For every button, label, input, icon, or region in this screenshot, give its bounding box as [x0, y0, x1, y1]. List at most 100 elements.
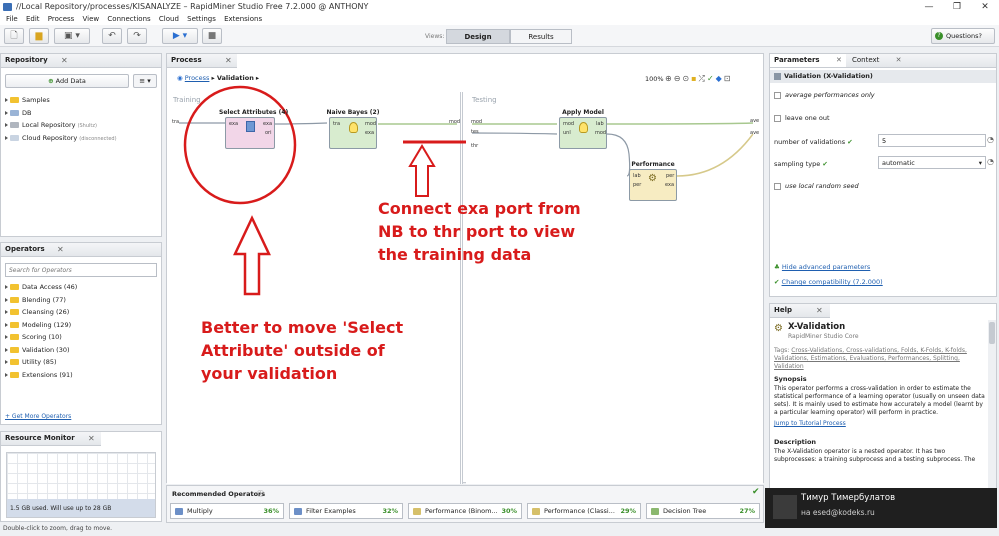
menu-view[interactable]: View [83, 14, 100, 25]
menu-settings[interactable]: Settings [187, 14, 216, 25]
expand-icon[interactable] [5, 335, 8, 339]
number-of-validations-input[interactable] [878, 134, 986, 147]
select-attributes-port-out1[interactable]: exa [263, 121, 272, 127]
hide-advanced-row[interactable]: ♣ Hide advanced parameters [774, 263, 870, 271]
operator-group[interactable]: Cleansing (26) [1, 306, 161, 319]
expand-icon[interactable] [5, 310, 8, 314]
expand-icon[interactable] [5, 98, 8, 102]
performance-port-per[interactable]: per [666, 173, 674, 179]
expand-icon[interactable] [5, 347, 8, 352]
close-repository-icon[interactable]: ✕ [61, 54, 68, 67]
menu-connections[interactable]: Connections [107, 14, 150, 25]
close-parameters-icon[interactable]: ✕ [836, 56, 842, 64]
run-process-button[interactable]: ▶ ▾ [162, 28, 198, 44]
minimize-button[interactable]: — [915, 0, 943, 14]
menu-cloud[interactable]: Cloud [159, 14, 179, 25]
sampling-type-select[interactable]: automatic ▾ [878, 156, 986, 169]
expand-icon[interactable] [5, 372, 8, 377]
apply-model-port-mod[interactable]: mod [563, 121, 574, 127]
expand-icon[interactable] [5, 322, 8, 327]
repo-item-samples[interactable]: Samples [1, 94, 161, 107]
apply-model-port-lab[interactable]: lab [596, 121, 604, 127]
save-process-button[interactable]: ▣ ▾ [54, 28, 90, 44]
operator-group[interactable]: Data Access (46) [1, 281, 161, 294]
close-context-icon[interactable]: ✕ [896, 56, 902, 64]
stop-process-button[interactable]: ■ [202, 28, 222, 44]
questions-button[interactable]: ? Questions? [931, 28, 995, 44]
recommended-filter-examples[interactable]: Filter Examples 32% [289, 503, 403, 519]
change-compat-row[interactable]: ✔ Change compatibility (7.2.000) [774, 278, 883, 286]
close-resource-monitor-icon[interactable]: ✕ [88, 432, 95, 445]
close-help-icon[interactable]: ✕ [816, 304, 823, 317]
help-param-icon[interactable]: ◔ [987, 157, 994, 166]
operator-group[interactable]: Extensions (91) [1, 369, 161, 382]
wire-select-nb[interactable] [273, 122, 328, 125]
close-operators-icon[interactable]: ✕ [57, 243, 64, 256]
naive-bayes-port-in[interactable]: tra [333, 121, 340, 127]
wire-apply-performance[interactable] [606, 133, 631, 177]
operator-group[interactable]: Blending (77) [1, 294, 161, 307]
tab-parameters[interactable]: Parameters ✕ [770, 54, 846, 67]
select-attributes-port-out2[interactable]: ori [265, 130, 272, 136]
menu-process[interactable]: Process [48, 14, 75, 25]
param-local-random-seed[interactable]: use local random seed [774, 182, 859, 190]
help-param-icon[interactable]: ◔ [987, 135, 994, 144]
expand-icon[interactable] [5, 285, 8, 289]
recommended-decision-tree[interactable]: Decision Tree 27% [646, 503, 760, 519]
help-scrollbar[interactable] [988, 320, 996, 488]
performance-port-exa[interactable]: exa [665, 182, 674, 188]
apply-model-operator[interactable]: mod unl lab mod [559, 117, 607, 149]
repo-item-cloud[interactable]: Cloud Repository (disconnected) [1, 132, 161, 145]
performance-port-lab[interactable]: lab [633, 173, 641, 179]
apply-model-port-unl[interactable]: unl [563, 130, 571, 136]
wire-performance-ave[interactable] [676, 133, 754, 177]
apply-model-port-mod-out[interactable]: mod [595, 130, 606, 136]
param-leave-one-out[interactable]: leave one out [774, 114, 830, 122]
help-scroll-thumb[interactable] [989, 322, 995, 344]
operator-group[interactable]: Scoring (10) [1, 331, 161, 344]
redo-button[interactable]: ↷ [127, 28, 147, 44]
operator-group[interactable]: Validation (30) [1, 344, 161, 357]
performance-port-per-in[interactable]: per [633, 182, 641, 188]
add-data-button[interactable]: ⊕ Add Data [5, 74, 129, 88]
repo-item-db[interactable]: DB [1, 107, 161, 120]
wire-apply-ave[interactable] [606, 122, 754, 125]
design-view-tab[interactable]: Design [446, 29, 510, 44]
expand-icon[interactable] [5, 297, 8, 302]
help-tags-links[interactable]: Cross-Validations, Cross-validations, Fo… [774, 347, 967, 370]
leave-one-out-checkbox[interactable] [774, 114, 781, 122]
close-button[interactable]: ✕ [971, 0, 999, 14]
undo-button[interactable]: ↶ [102, 28, 122, 44]
repository-menu-button[interactable]: ≡ ▾ [133, 74, 157, 88]
hide-advanced-link[interactable]: Hide advanced parameters [782, 263, 870, 271]
wire-tes-apply[interactable] [471, 132, 558, 135]
change-compatibility-link[interactable]: Change compatibility (7.2.000) [782, 278, 883, 286]
operator-search-input[interactable] [5, 263, 157, 277]
local-random-seed-checkbox[interactable] [774, 182, 781, 190]
maximize-button[interactable]: ❐ [943, 0, 971, 14]
expand-icon[interactable] [5, 110, 8, 115]
param-average-performances[interactable]: average performances only [774, 91, 875, 99]
operator-group[interactable]: Utility (85) [1, 356, 161, 369]
expand-icon[interactable] [5, 123, 8, 127]
naive-bayes-operator[interactable]: tra mod exa [329, 117, 377, 149]
naive-bayes-port-mod[interactable]: mod [365, 121, 376, 127]
open-process-button[interactable]: ▆ [29, 28, 49, 44]
menu-extensions[interactable]: Extensions [224, 14, 262, 25]
jump-to-tutorial-link[interactable]: Jump to Tutorial Process [774, 420, 986, 428]
naive-bayes-port-exa[interactable]: exa [365, 130, 374, 136]
collapse-recommended-icon[interactable]: ✔ [752, 487, 760, 497]
get-more-operators-link[interactable]: + Get More Operators [5, 413, 71, 420]
repo-item-local[interactable]: Local Repository (Shultz) [1, 119, 161, 132]
notification-toast[interactable]: Тимур Тимербулатов на esed@kodeks.ru [765, 488, 997, 528]
recommended-performance-binominal[interactable]: Performance (Binom... 30% [408, 503, 522, 519]
results-view-tab[interactable]: Results [510, 29, 572, 44]
recommended-performance-classification[interactable]: Performance (Classi... 29% [527, 503, 641, 519]
performance-operator[interactable]: lab per per exa ⚙ [629, 169, 677, 201]
expand-icon[interactable] [5, 135, 8, 140]
info-icon[interactable]: ⓘ [257, 489, 264, 499]
tab-context[interactable]: Context ✕ [848, 54, 918, 67]
expand-icon[interactable] [5, 360, 8, 364]
menu-edit[interactable]: Edit [26, 14, 40, 25]
menu-file[interactable]: File [6, 14, 18, 25]
